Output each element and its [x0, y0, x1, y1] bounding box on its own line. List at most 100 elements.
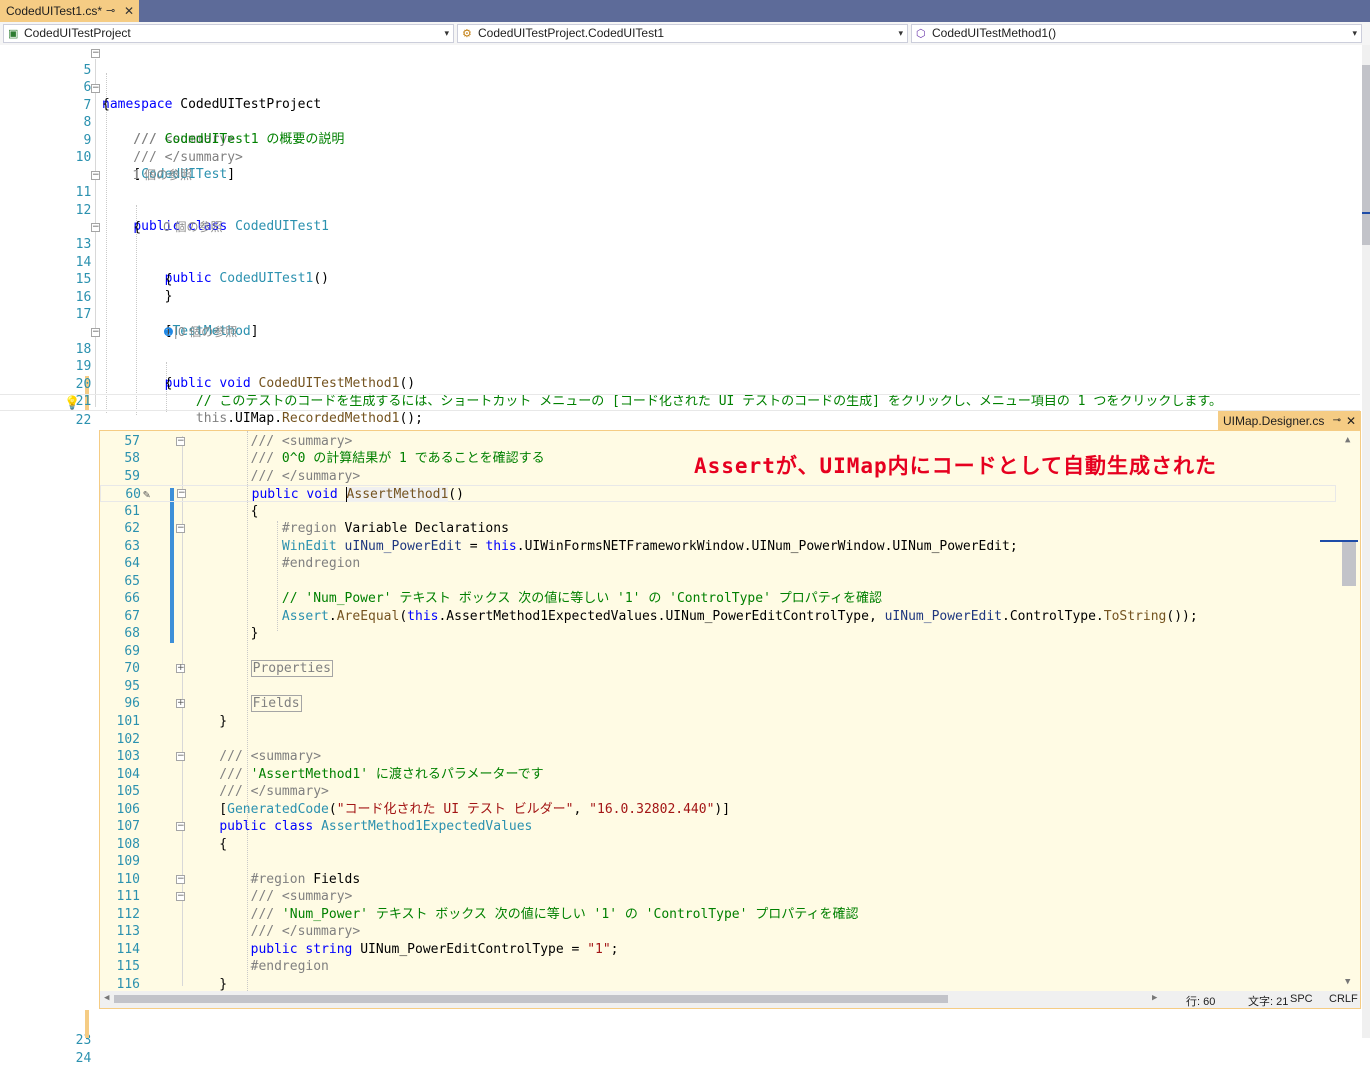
line-number: 8 — [83, 115, 92, 130]
line-number: 57 — [124, 434, 140, 449]
collapse-icon[interactable]: − — [176, 524, 185, 533]
line-number: 104 — [116, 767, 140, 782]
pin-icon[interactable]: ⊸ — [106, 0, 115, 22]
class-dropdown[interactable]: ⚙ CodedUITestProject.CodedUITest1 ▾ — [457, 24, 908, 43]
line-number: 17 — [75, 307, 92, 322]
edit-icon[interactable]: ✎ — [143, 486, 150, 503]
caret-marker — [1362, 212, 1370, 214]
line-number: 107 — [116, 819, 140, 834]
line-number: 111 — [116, 889, 140, 904]
line-number: 14 — [75, 255, 92, 270]
expand-icon[interactable]: + — [176, 664, 185, 673]
info-icon[interactable]: ❶ — [163, 325, 174, 339]
collapse-icon[interactable]: − — [176, 892, 185, 901]
collapsed-region-properties[interactable]: Properties — [250, 660, 333, 677]
close-icon[interactable]: ✕ — [124, 0, 134, 22]
editor-vertical-scrollbar[interactable] — [1362, 45, 1370, 1038]
codelens-references[interactable]: 0 個の参照 — [163, 220, 222, 234]
lightbulb-icon[interactable]: 💡 — [64, 395, 80, 412]
collapse-icon[interactable]: − — [91, 171, 100, 180]
collapse-icon[interactable]: − — [91, 328, 100, 337]
scroll-up-icon[interactable]: ▲ — [1345, 435, 1350, 445]
class-icon: ⚙ — [462, 28, 472, 40]
line-number: 6 — [83, 80, 92, 95]
peek-vertical-scrollbar[interactable]: ▲ ▼ — [1320, 431, 1360, 991]
collapse-icon[interactable]: − — [176, 822, 185, 831]
annotation-text: Assertが、UIMap内にコードとして自動生成された — [694, 454, 1218, 478]
status-column: 文字: 21 — [1248, 996, 1289, 1008]
tab-title: CodedUITest1.cs* — [6, 4, 103, 18]
promote-icon[interactable]: ⊸ — [1333, 411, 1341, 431]
status-line-ending[interactable]: CRLF — [1329, 993, 1358, 1005]
codelens-references[interactable]: 1 個の参照 — [133, 168, 192, 182]
chevron-down-icon: ▾ — [444, 28, 449, 38]
code-line: 6 { — [0, 62, 109, 112]
line-number: 7 — [83, 98, 92, 113]
code-line: 10 [CodedUITest] — [0, 132, 235, 182]
member-dropdown[interactable]: ⬡ CodedUITestMethod1() ▾ — [911, 24, 1362, 43]
line-number: 112 — [116, 907, 140, 922]
collapse-icon[interactable]: − — [176, 752, 185, 761]
codelens-line: 1 個の参照 — [0, 150, 192, 182]
project-dropdown[interactable]: ▣ CodedUITestProject ▾ — [3, 24, 454, 43]
change-indicator — [85, 1010, 89, 1038]
close-icon[interactable]: ✕ — [1346, 411, 1356, 431]
collapse-icon[interactable]: − — [91, 223, 100, 232]
line-number: 23 — [75, 1033, 92, 1048]
collapse-icon[interactable]: − — [91, 84, 100, 93]
code-line: 21 this.UIMap.RecordedMethod1(); — [0, 376, 423, 426]
scroll-down-icon[interactable]: ▼ — [1345, 977, 1350, 987]
collapse-icon[interactable]: − — [177, 489, 186, 498]
code-line: 12 { — [0, 185, 141, 235]
status-spc[interactable]: SPC — [1290, 993, 1313, 1005]
code-line: 7 − /// <summary> — [0, 80, 235, 148]
line-number: 106 — [116, 802, 140, 817]
scrollbar-thumb[interactable] — [1362, 65, 1370, 245]
collapse-icon[interactable]: − — [176, 875, 185, 884]
document-tab-strip: CodedUITest1.cs* ⊸ ✕ — [0, 0, 1370, 22]
code-line: 15 } — [0, 254, 173, 304]
code-line: 17 [TestMethod] — [0, 289, 259, 339]
collapse-icon[interactable]: − — [176, 437, 185, 446]
collapse-icon[interactable]: − — [91, 49, 100, 58]
line-number: 5 — [83, 63, 92, 78]
line-number: 61 — [124, 504, 140, 519]
peek-horizontal-scrollbar[interactable]: ◀ ▶ 行: 60 文字: 21 SPC CRLF — [100, 991, 1360, 1008]
line-number: 12 — [75, 203, 92, 218]
line-number: 108 — [116, 837, 140, 852]
code-line: 20 // このテストのコードを生成するには、ショートカット メニューの [コー… — [0, 359, 1222, 409]
navigation-bar: ▣ CodedUITestProject ▾ ⚙ CodedUITestProj… — [0, 22, 1370, 46]
line-number: 67 — [124, 609, 140, 624]
scrollbar-thumb[interactable] — [114, 995, 948, 1003]
peek-definition-window[interactable]: 57− /// <summary> 58 /// 0^0 の計算結果が 1 であ… — [99, 430, 1361, 1009]
codelens-references[interactable]: |0 個の参照 — [174, 325, 238, 339]
line-number: 19 — [75, 359, 92, 374]
class-dropdown-value: CodedUITestProject.CodedUITest1 — [478, 26, 665, 40]
code-line: 23 — [0, 1015, 92, 1048]
line-number: 62 — [124, 521, 140, 536]
scroll-right-icon[interactable]: ▶ — [1152, 993, 1157, 1003]
caret-marker — [1320, 540, 1358, 542]
peek-definition-tab[interactable]: UIMap.Designer.cs ⊸ ✕ — [1218, 411, 1361, 431]
change-indicator — [170, 488, 174, 643]
expand-icon[interactable]: + — [176, 699, 185, 708]
line-number: 64 — [124, 556, 140, 571]
line-number: 109 — [116, 854, 140, 869]
line-number: 102 — [116, 732, 140, 747]
scrollbar-thumb[interactable] — [1342, 541, 1356, 586]
line-number: 105 — [116, 784, 140, 799]
indent-guide — [106, 73, 107, 413]
chevron-down-icon: ▾ — [898, 28, 903, 38]
current-code-line: 60 ✎ − public void AssertMethod1() — [100, 485, 1336, 502]
document-tab[interactable]: CodedUITest1.cs* ⊸ ✕ — [0, 0, 139, 22]
code-line: 11 − public class CodedUITest1 — [0, 167, 329, 235]
peek-title: UIMap.Designer.cs — [1223, 414, 1325, 428]
line-number: 115 — [116, 959, 140, 974]
collapsed-region-fields[interactable]: Fields — [250, 695, 302, 712]
scroll-left-icon[interactable]: ◀ — [104, 993, 109, 1003]
line-number: 114 — [116, 942, 140, 957]
line-number: 96 — [124, 696, 140, 711]
code-line: 16 — [0, 272, 92, 305]
line-number: 68 — [124, 626, 140, 641]
line-number: 103 — [116, 749, 140, 764]
